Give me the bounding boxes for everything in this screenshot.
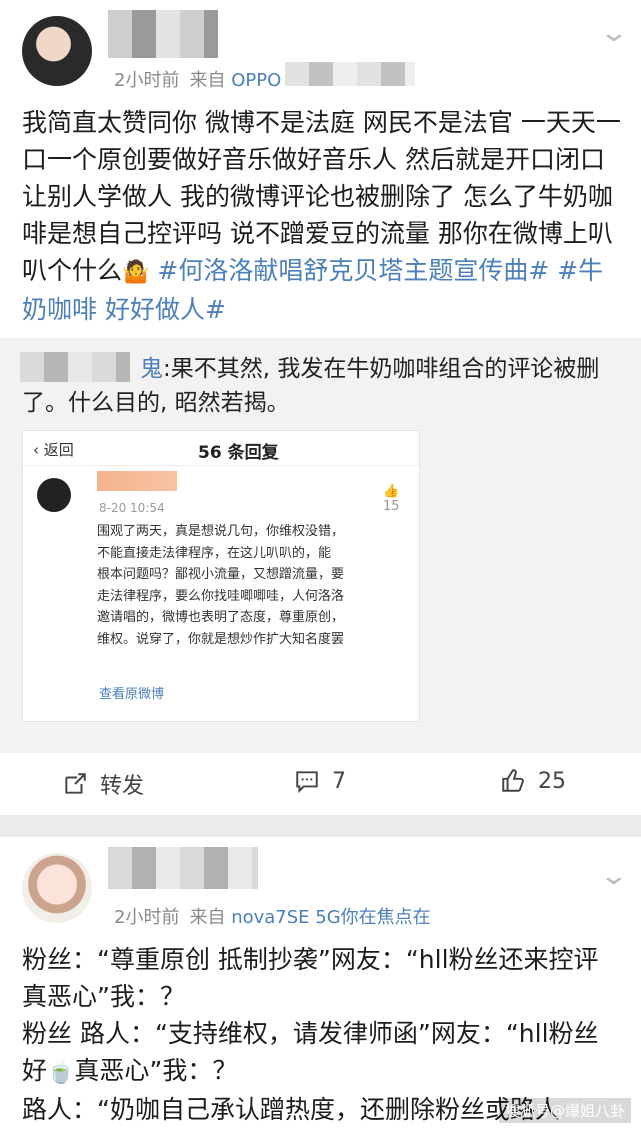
post-time: 2小时前 (114, 70, 180, 91)
post-meta: 2小时前 来自 nova7SE 5G你在焦点在 (114, 903, 431, 929)
repost-content: :果不其然, 我发在牛奶咖啡组合的评论被删了。什么目的, 昭然若揭。 (22, 356, 600, 416)
source-watermark: 搜狐号@爆姐八卦 (498, 1098, 631, 1123)
reply-count: 56 条回复 (198, 443, 279, 463)
comment-like: 👍 15 (383, 484, 400, 514)
weibo-post-1: 2小时前 来自 OPPO ⌄ 我简直太赞同你 微博不是法庭 网民不是法官 一天天一… (0, 0, 641, 815)
comment-icon (296, 771, 318, 794)
commenter-name-blurred (97, 471, 177, 491)
emoji-icon: 🤷 (122, 260, 150, 285)
post-meta: 2小时前 来自 OPPO (114, 66, 281, 92)
repost-card[interactable]: 鬼:果不其然, 我发在牛奶咖啡组合的评论被删了。什么目的, 昭然若揭。 ‹ 返回… (0, 338, 641, 753)
username-blurred[interactable] (108, 847, 258, 889)
share-icon (65, 773, 86, 794)
chevron-down-icon[interactable]: ⌄ (599, 861, 630, 891)
comment-button[interactable]: 7 (294, 768, 346, 794)
thumbs-up-icon (502, 769, 524, 792)
hashtag-link[interactable]: #何洛洛献唱舒克贝塔主题宣传曲# (157, 256, 549, 285)
device-label[interactable]: OPPO (231, 70, 281, 91)
post-divider (0, 815, 641, 837)
tea-icon: 🍵 (47, 1060, 75, 1085)
repost-text: 鬼:果不其然, 我发在牛奶咖啡组合的评论被删了。什么目的, 昭然若揭。 (22, 352, 622, 420)
screenshot-header: ‹ 返回 56 条回复 (23, 431, 419, 466)
comment-body: 围观了两天，真是想说几句，你维权没错， 不能直接走法律程序，在这儿叭叭的，能 根… (97, 524, 345, 647)
like-button[interactable]: 25 (500, 768, 566, 794)
from-label: 来自 (189, 70, 226, 91)
from-label: 来自 (189, 907, 226, 928)
embedded-screenshot[interactable]: ‹ 返回 56 条回复 8-20 10:54 👍 15 围观了两天，真是想说几句… (22, 430, 420, 722)
username-blurred[interactable] (108, 10, 218, 58)
post-actions: 转发 7 25 (0, 760, 641, 810)
user-avatar[interactable] (22, 853, 92, 923)
view-original-link[interactable]: 查看原微博 (99, 683, 164, 702)
back-button[interactable]: ‹ 返回 (33, 439, 74, 460)
repost-username[interactable]: 鬼 (140, 356, 163, 382)
comment-date: 8-20 10:54 (99, 501, 165, 515)
chevron-down-icon[interactable]: ⌄ (599, 18, 630, 48)
user-avatar[interactable] (22, 16, 92, 86)
meta-blurred (285, 62, 415, 86)
post-line: 好🍵真恶心”我：？ (22, 1052, 622, 1091)
post-line: 真恶心”我：？ (22, 982, 185, 1011)
device-label[interactable]: nova7SE 5G你在焦点在 (231, 907, 430, 928)
repost-button[interactable]: 转发 (62, 768, 144, 800)
post-body: 我简直太赞同你 微博不是法庭 网民不是法官 一天天一口一个原创要做好音乐做好音乐… (22, 104, 622, 328)
post-line: 粉丝：“尊重原创 抵制抄袭”网友：“hll粉丝还来控评 (22, 945, 599, 974)
commenter-avatar (37, 478, 71, 512)
weibo-post-2: 2小时前 来自 nova7SE 5G你在焦点在 ⌄ 粉丝：“尊重原创 抵制抄袭”网… (0, 837, 641, 1131)
post-line: 粉丝 路人：“支持维权，请发律师函”网友：“hll粉丝 (22, 1019, 599, 1048)
post-time: 2小时前 (114, 907, 180, 928)
